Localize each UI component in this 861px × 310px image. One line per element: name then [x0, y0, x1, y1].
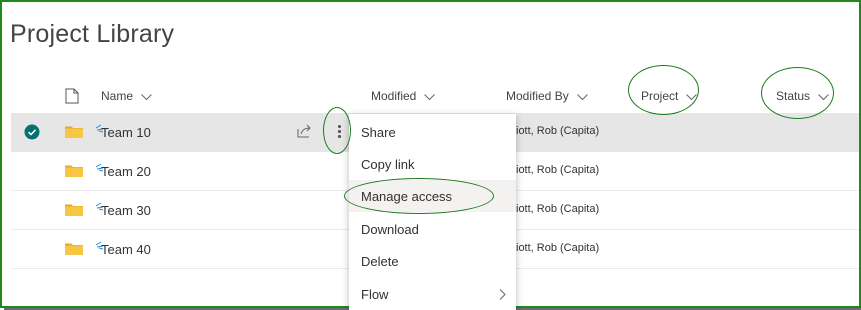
column-header-modified-by[interactable]: Modified By [506, 89, 588, 104]
menu-item-flow[interactable]: Flow [349, 278, 516, 310]
checkmark-circle-icon[interactable] [24, 124, 40, 145]
column-header-name-label: Name [101, 89, 134, 103]
page-title: Project Library [10, 20, 175, 48]
context-menu: Share Copy link Manage access Download D… [349, 114, 516, 310]
share-icon[interactable] [297, 124, 313, 143]
column-header-modified-label: Modified [371, 89, 417, 103]
item-name[interactable]: Team 20 [101, 164, 151, 179]
menu-item-label: Flow [361, 287, 389, 302]
column-header-project-label: Project [641, 89, 679, 103]
menu-item-label: Manage access [361, 189, 453, 204]
column-header-modified-by-label: Modified By [506, 89, 569, 103]
column-header-status[interactable]: Status [776, 89, 829, 104]
menu-item-label: Share [361, 125, 396, 140]
folder-icon [65, 242, 83, 260]
menu-item-label: Download [361, 222, 419, 237]
chevron-down-icon [424, 90, 436, 104]
menu-item-label: Copy link [361, 157, 415, 172]
chevron-down-icon [818, 90, 829, 104]
menu-item-manage-access[interactable]: Manage access [349, 180, 516, 212]
folder-icon [65, 125, 83, 143]
menu-item-label: Delete [361, 254, 399, 269]
column-header-modified[interactable]: Modified [371, 89, 436, 104]
menu-item-copy-link[interactable]: Copy link [349, 148, 516, 180]
item-modified-by: iott, Rob (Capita) [516, 164, 600, 176]
item-modified-by: iott, Rob (Capita) [516, 242, 600, 254]
chevron-down-icon [141, 90, 152, 104]
item-modified-by: iott, Rob (Capita) [516, 203, 600, 215]
document-icon[interactable] [65, 88, 79, 109]
folder-icon [65, 203, 83, 221]
column-header-status-label: Status [776, 89, 811, 103]
chevron-right-icon [499, 288, 506, 303]
item-name[interactable]: Team 40 [101, 242, 151, 257]
item-name[interactable]: Team 30 [101, 203, 151, 218]
column-header-project[interactable]: Project [641, 89, 698, 104]
chevron-down-icon [576, 90, 588, 104]
column-header-name[interactable]: Name [101, 89, 152, 104]
item-name[interactable]: Team 10 [101, 125, 151, 140]
menu-item-share[interactable]: Share [349, 116, 516, 148]
chevron-down-icon [686, 90, 698, 104]
menu-item-delete[interactable]: Delete [349, 245, 516, 277]
item-modified-by: iott, Rob (Capita) [516, 125, 600, 137]
menu-item-download[interactable]: Download [349, 213, 516, 245]
folder-icon [65, 164, 83, 182]
more-vertical-icon[interactable] [333, 121, 347, 141]
